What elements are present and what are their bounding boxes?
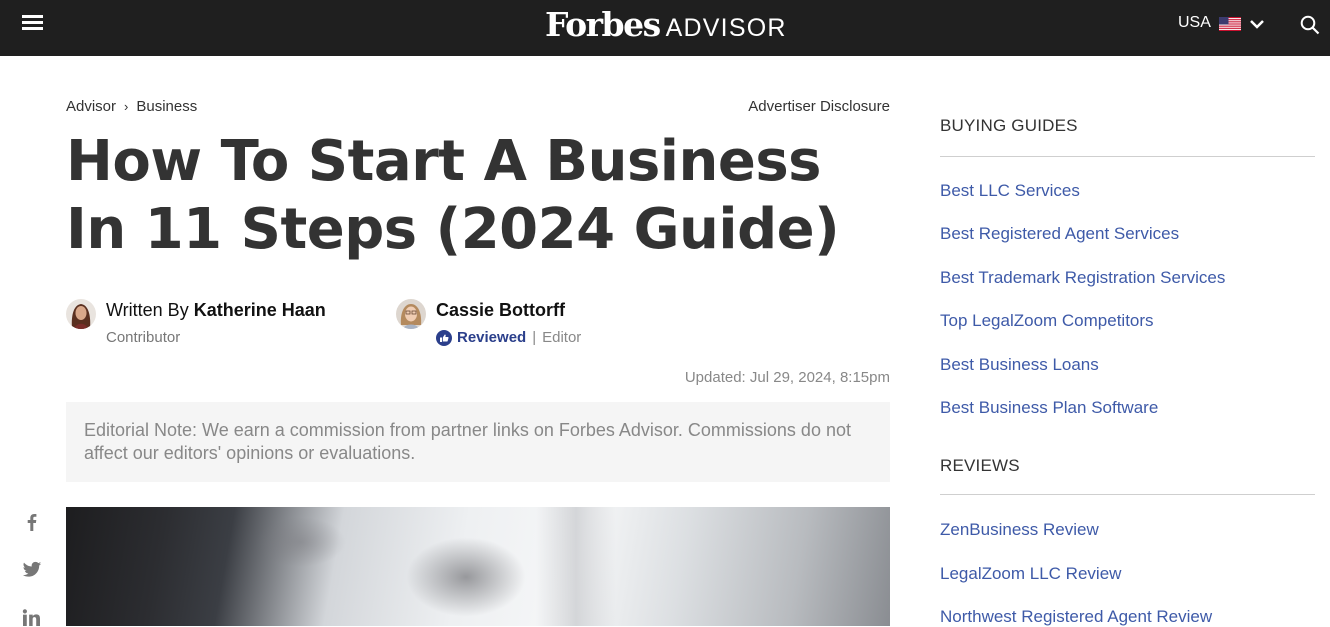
reviewer-separator: | <box>532 329 537 346</box>
author-avatar-image <box>66 299 96 329</box>
sidebar-link-best-business-loans[interactable]: Best Business Loans <box>940 355 1099 375</box>
reviewed-line: Reviewed | Editor <box>436 329 581 346</box>
author-name-link[interactable]: Katherine Haan <box>194 300 326 320</box>
breadcrumb-separator: › <box>124 99 129 114</box>
linkedin-share-button[interactable] <box>22 609 41 626</box>
hamburger-menu-icon[interactable] <box>22 15 43 31</box>
page-title: How To Start A Business In 11 Steps (202… <box>66 129 840 262</box>
divider <box>940 156 1315 157</box>
sidebar-link-best-registered-agent-services[interactable]: Best Registered Agent Services <box>940 224 1179 244</box>
hero-image <box>66 507 890 626</box>
sidebar-link-legalzoom-llc-review[interactable]: LegalZoom LLC Review <box>940 564 1121 584</box>
reviewer-avatar-image <box>396 299 426 329</box>
sidebar-link-best-trademark-registration-services[interactable]: Best Trademark Registration Services <box>940 268 1225 288</box>
author-block: Written By Katherine Haan Contributor <box>66 298 326 346</box>
reviewer-name-link[interactable]: Cassie Bottorff <box>436 300 565 320</box>
breadcrumb-advisor[interactable]: Advisor <box>66 98 116 115</box>
sidebar-link-best-llc-services[interactable]: Best LLC Services <box>940 181 1080 201</box>
facebook-icon <box>27 514 37 531</box>
logo-forbes-text: Forbes <box>545 5 661 44</box>
sidebar-link-zenbusiness-review[interactable]: ZenBusiness Review <box>940 520 1099 540</box>
forbes-advisor-logo[interactable]: Forbes ADVISOR <box>545 5 787 44</box>
logo-advisor-text: ADVISOR <box>665 14 787 42</box>
reviewer-avatar[interactable] <box>396 299 426 329</box>
author-prefix: Written By <box>106 300 194 320</box>
linkedin-icon <box>22 609 40 626</box>
author-byline: Written By Katherine Haan <box>106 298 326 322</box>
advertiser-disclosure-link[interactable]: Advertiser Disclosure <box>748 98 890 115</box>
divider <box>940 494 1315 495</box>
us-flag-icon <box>1218 17 1241 31</box>
country-label: USA <box>1178 14 1211 31</box>
thumbs-up-icon <box>436 329 452 346</box>
facebook-share-button[interactable] <box>22 512 42 532</box>
country-selector[interactable]: USA <box>1178 14 1265 32</box>
reviewer-role: Editor <box>542 329 582 346</box>
buying-guides-heading: BUYING GUIDES <box>940 116 1078 135</box>
breadcrumb-business[interactable]: Business <box>136 98 197 115</box>
sidebar-link-best-business-plan-software[interactable]: Best Business Plan Software <box>940 398 1158 418</box>
chevron-down-icon <box>1250 20 1264 29</box>
author-role: Contributor <box>106 329 181 346</box>
reviewer-block: Cassie Bottorff Reviewed | Editor <box>396 298 581 346</box>
reviewer-name: Cassie Bottorff <box>436 298 581 322</box>
sidebar-link-northwest-registered-agent-review[interactable]: Northwest Registered Agent Review <box>940 607 1212 627</box>
twitter-icon <box>22 561 42 577</box>
reviews-heading: REVIEWS <box>940 456 1020 475</box>
reviewed-badge[interactable]: Reviewed <box>457 329 526 346</box>
twitter-share-button[interactable] <box>22 561 42 579</box>
sidebar-link-top-legalzoom-competitors[interactable]: Top LegalZoom Competitors <box>940 311 1154 331</box>
editorial-note: Editorial Note: We earn a commission fro… <box>66 402 890 482</box>
search-icon[interactable] <box>1300 15 1320 35</box>
breadcrumb: Advisor › Business <box>66 98 197 115</box>
top-navigation-bar: Forbes ADVISOR USA <box>0 0 1330 56</box>
updated-timestamp: Updated: Jul 29, 2024, 8:15pm <box>684 369 890 386</box>
author-avatar[interactable] <box>66 299 96 329</box>
